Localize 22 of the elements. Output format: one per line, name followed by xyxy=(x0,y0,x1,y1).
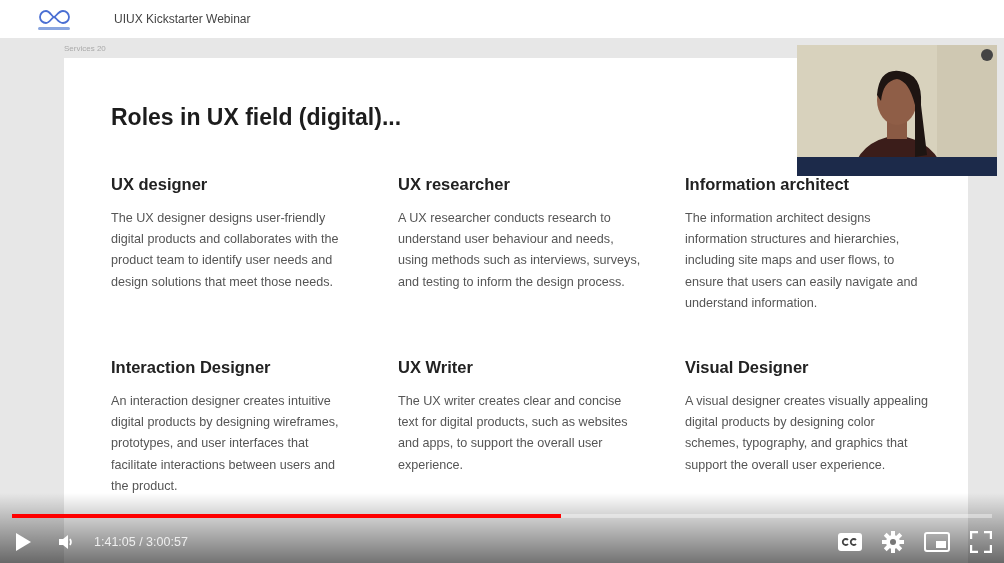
time-display: 1:41:05 / 3:00:57 xyxy=(94,535,188,549)
role-heading: UX researcher xyxy=(398,175,510,194)
role-heading: UX Writer xyxy=(398,358,473,377)
role-heading: Information architect xyxy=(685,175,850,194)
miniplayer-icon[interactable] xyxy=(924,532,950,552)
role-description: An interaction designer creates intuitive digital products by designing wireframes, prototypes, and user interfaces that facilitate interactions between users and the product. xyxy=(111,393,340,495)
role-description: The UX writer creates clear and concise text for digital products, such as websites and apps, to support the overall user experience. xyxy=(398,393,629,474)
volume-icon[interactable] xyxy=(58,534,74,550)
role-description: The information architect designs information structures and hierarchies, including site maps and user flows, to ensure that users can easily navigate and understand information. xyxy=(685,210,919,312)
role-description: A visual designer creates visually appealing digital products by designing color schemes, typography, and graphics that support the overall user experience. xyxy=(685,393,929,474)
role-heading: UX designer xyxy=(111,175,208,194)
settings-icon[interactable] xyxy=(882,531,904,553)
play-icon[interactable] xyxy=(14,532,32,552)
progress-bar[interactable] xyxy=(12,514,992,518)
role-heading: Visual Designer xyxy=(685,358,809,377)
role-heading: Interaction Designer xyxy=(111,358,271,377)
role-description: The UX designer designs user-friendly digital products and collaborates with the product team to identify user needs and design solutions that meet those needs. xyxy=(111,210,340,291)
role-description: A UX researcher conducts research to understand user behaviour and needs, using methods such as interviews, surveys, and testing to inform the design process. xyxy=(398,210,642,291)
slide-title: Roles in UX field (digital)... xyxy=(111,104,403,131)
fullscreen-icon[interactable] xyxy=(970,531,992,553)
webinar-title: UIUX Kickstarter Webinar xyxy=(114,12,251,26)
captions-icon[interactable] xyxy=(838,533,862,551)
